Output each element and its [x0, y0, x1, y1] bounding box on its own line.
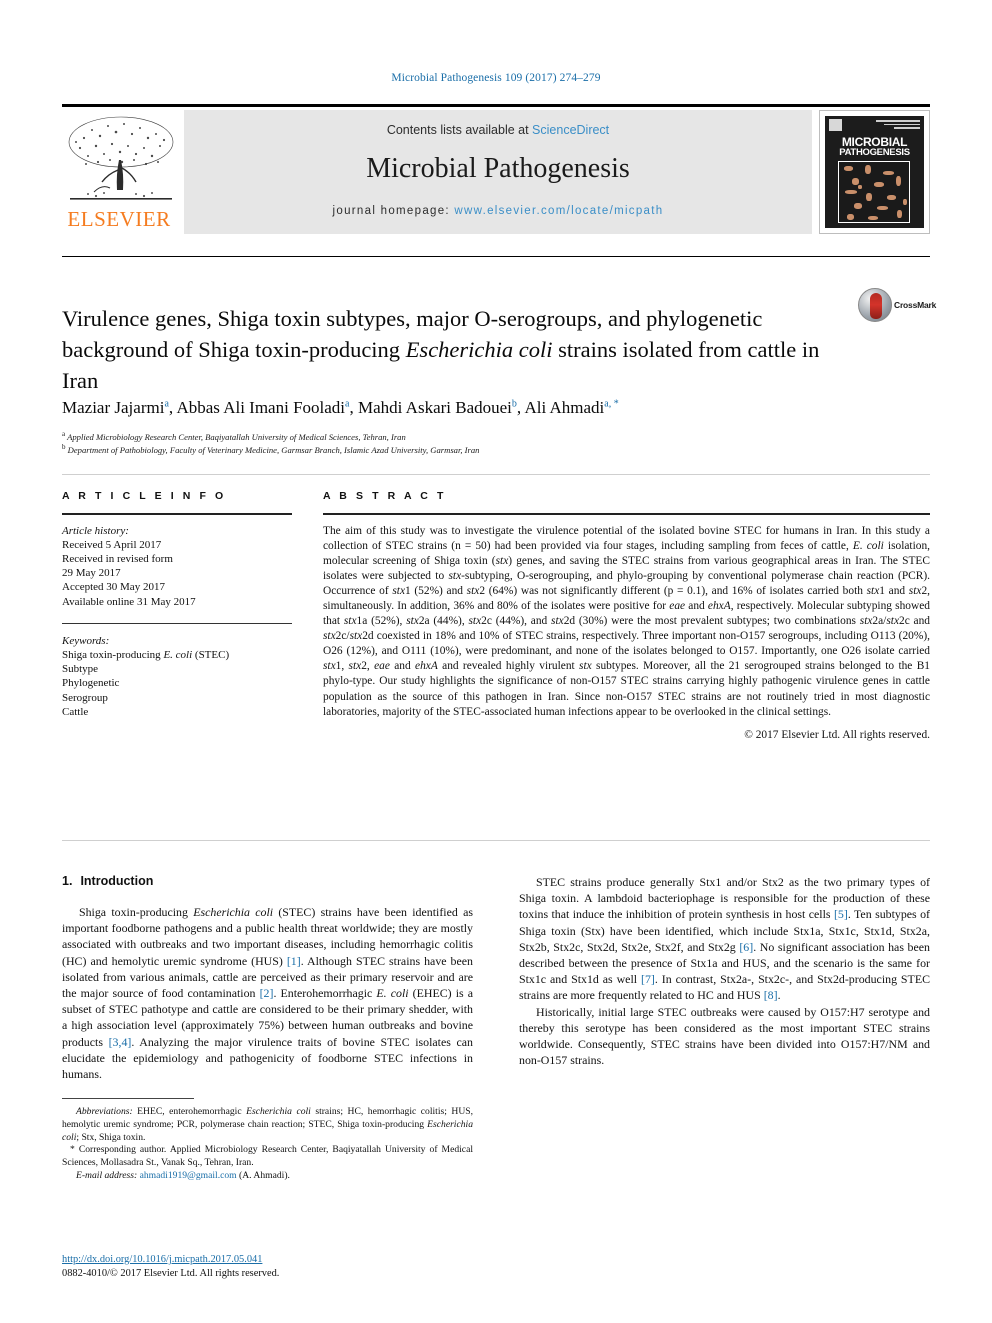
history-item: Accepted 30 May 2017	[62, 580, 292, 594]
journal-cover-thumbnail: MICROBIAL PATHOGENESIS	[819, 110, 930, 234]
elsevier-tree-icon	[64, 112, 178, 208]
body-column-left: 1. Introduction Shiga toxin-producing Esc…	[62, 874, 473, 1082]
author-list: Maziar Jajarmia, Abbas Ali Imani Fooladi…	[62, 398, 882, 418]
affiliation-mark: b	[62, 443, 66, 451]
keyword-item: Phylogenetic	[62, 676, 292, 690]
author-name[interactable]: Mahdi Askari Badouei	[358, 398, 512, 417]
sciencedirect-link[interactable]: ScienceDirect	[532, 123, 609, 137]
keyword-item: Shiga toxin-producing E. coli (STEC)	[62, 648, 292, 662]
keyword-item: Serogroup	[62, 691, 292, 705]
abstract-heading: A B S T R A C T	[323, 490, 930, 502]
footnote-divider	[62, 1098, 194, 1099]
keywords-block: Keywords: Shiga toxin-producing E. coli …	[62, 634, 292, 719]
email-suffix: (A. Ahmadi).	[237, 1170, 290, 1181]
abstract-rule	[323, 513, 930, 515]
cover-meta-lines	[876, 120, 920, 131]
keywords-rule	[62, 623, 292, 624]
footnotes-block: Abbreviations: EHEC, enterohemorrhagic E…	[62, 1106, 473, 1183]
crossmark-label: CrossMark	[894, 300, 936, 310]
page-title: Virulence genes, Shiga toxin subtypes, m…	[62, 303, 842, 396]
affiliation-mark: a	[62, 430, 65, 438]
history-item: Received in revised form	[62, 552, 292, 566]
homepage-url-link[interactable]: www.elsevier.com/locate/micpath	[454, 205, 663, 217]
cover-inner: MICROBIAL PATHOGENESIS	[825, 116, 924, 228]
title-divider	[62, 256, 930, 257]
article-info-column: A R T I C L E I N F O Article history: R…	[62, 490, 292, 719]
abstract-column: A B S T R A C T The aim of this study wa…	[323, 490, 930, 741]
cover-elsevier-icon	[829, 119, 842, 131]
affiliation-text: Department of Pathobiology, Faculty of V…	[68, 445, 480, 455]
masthead-center: Contents lists available at ScienceDirec…	[184, 110, 812, 234]
doi-link[interactable]: http://dx.doi.org/10.1016/j.micpath.2017…	[62, 1253, 473, 1267]
article-history-label: Article history:	[62, 524, 292, 538]
contents-available-line: Contents lists available at ScienceDirec…	[184, 123, 812, 137]
intro-paragraph-1: Shiga toxin-producing Escherichia coli (…	[62, 904, 473, 1082]
journal-masthead: ELSEVIER Contents lists available at Sci…	[62, 104, 930, 234]
masthead-top-rule	[62, 104, 930, 107]
author-name[interactable]: Maziar Jajarmi	[62, 398, 164, 417]
body-column-right: STEC strains produce generally Stx1 and/…	[519, 874, 930, 1068]
history-item: Available online 31 May 2017	[62, 595, 292, 609]
intro-paragraph-2: STEC strains produce generally Stx1 and/…	[519, 874, 930, 1004]
author-sep: ,	[349, 398, 358, 417]
section-title: Introduction	[80, 874, 153, 888]
body-top-divider	[62, 840, 930, 841]
title-italic-species: Escherichia coli	[406, 337, 553, 362]
keyword-item: Cattle	[62, 705, 292, 719]
paper-page: Microbial Pathogenesis 109 (2017) 274–27…	[0, 0, 992, 1323]
cover-micrograph-image	[838, 161, 910, 223]
keywords-label: Keywords:	[62, 634, 292, 648]
article-info-heading: A R T I C L E I N F O	[62, 490, 292, 502]
crossmark-icon	[858, 288, 892, 322]
history-item: Received 5 April 2017	[62, 538, 292, 552]
cover-title-line2: PATHOGENESIS	[825, 147, 924, 158]
email-footnote: E-mail address: ahmadi1919@gmail.com (A.…	[62, 1170, 473, 1183]
corresponding-author-mark: , *	[609, 398, 619, 409]
section-heading-introduction: 1. Introduction	[62, 874, 473, 888]
email-link[interactable]: ahmadi1919@gmail.com	[140, 1170, 237, 1181]
journal-homepage-line: journal homepage: www.elsevier.com/locat…	[184, 205, 812, 217]
article-info-rule	[62, 513, 292, 515]
intro-paragraph-3: Historically, initial large STEC outbrea…	[519, 1004, 930, 1069]
crossmark-badge-group[interactable]: CrossMark	[858, 288, 930, 328]
journal-title: Microbial Pathogenesis	[184, 153, 812, 185]
running-head: Microbial Pathogenesis 109 (2017) 274–27…	[0, 72, 992, 84]
author-name[interactable]: Ali Ahmadi	[524, 398, 604, 417]
info-top-divider	[62, 474, 930, 475]
article-history-block: Article history: Received 5 April 2017 R…	[62, 524, 292, 609]
abbreviations-footnote: Abbreviations: EHEC, enterohemorrhagic E…	[62, 1106, 473, 1144]
corresponding-author-footnote: * Corresponding author. Applied Microbio…	[62, 1144, 473, 1170]
contents-prefix: Contents lists available at	[387, 123, 532, 137]
homepage-prefix: journal homepage:	[333, 205, 455, 217]
history-item: 29 May 2017	[62, 566, 292, 580]
abstract-text: The aim of this study was to investigate…	[323, 524, 930, 720]
section-number: 1.	[62, 874, 72, 888]
elsevier-wordmark: ELSEVIER	[62, 207, 180, 232]
cover-topbar	[829, 119, 920, 132]
abstract-copyright: © 2017 Elsevier Ltd. All rights reserved…	[323, 729, 930, 741]
affiliation-b: b Department of Pathobiology, Faculty of…	[62, 441, 882, 456]
keyword-item: Subtype	[62, 662, 292, 676]
elsevier-logo: ELSEVIER	[62, 110, 180, 234]
author-name[interactable]: Abbas Ali Imani Fooladi	[176, 398, 345, 417]
issn-copyright-line: 0882-4010/© 2017 Elsevier Ltd. All right…	[62, 1267, 473, 1281]
doi-block: http://dx.doi.org/10.1016/j.micpath.2017…	[62, 1253, 473, 1281]
email-label: E-mail address:	[76, 1170, 137, 1181]
